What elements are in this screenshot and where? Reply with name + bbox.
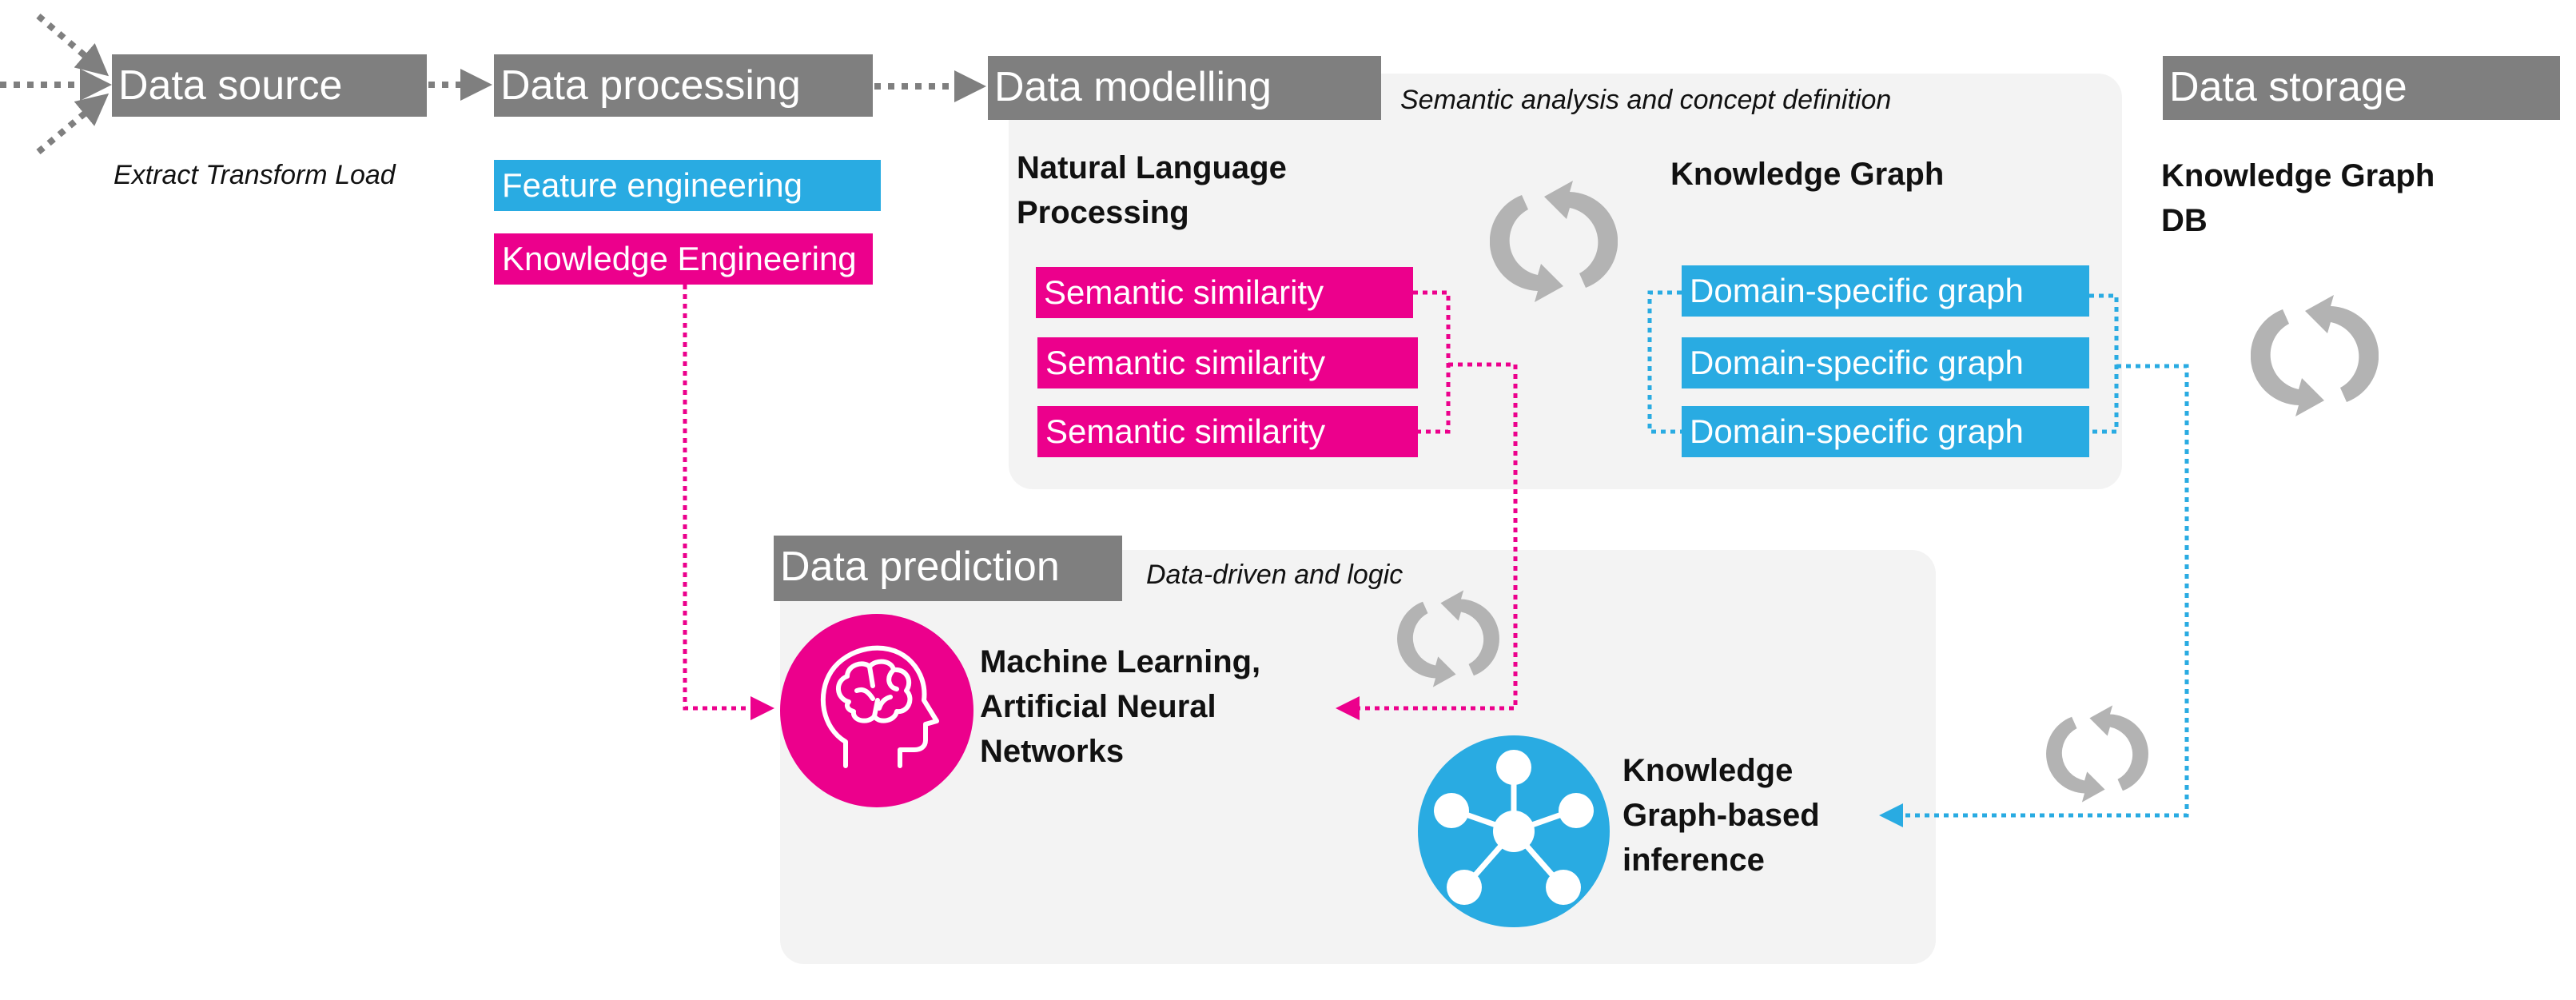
nlp-to-ml-connector (1336, 365, 1518, 720)
pipeline-diagram: Data source Data processing Data modelli… (0, 0, 2576, 1000)
kg-to-inference-connector (1879, 364, 2189, 827)
input-arrows (0, 13, 112, 155)
stage-flow-arrows (428, 69, 986, 102)
nlp-bracket (1413, 290, 1451, 434)
connector-lines (0, 13, 2189, 827)
ke-to-ml-connector (683, 285, 774, 720)
kg-bracket-right (2089, 293, 2119, 434)
kg-bracket-left (1647, 290, 1682, 434)
